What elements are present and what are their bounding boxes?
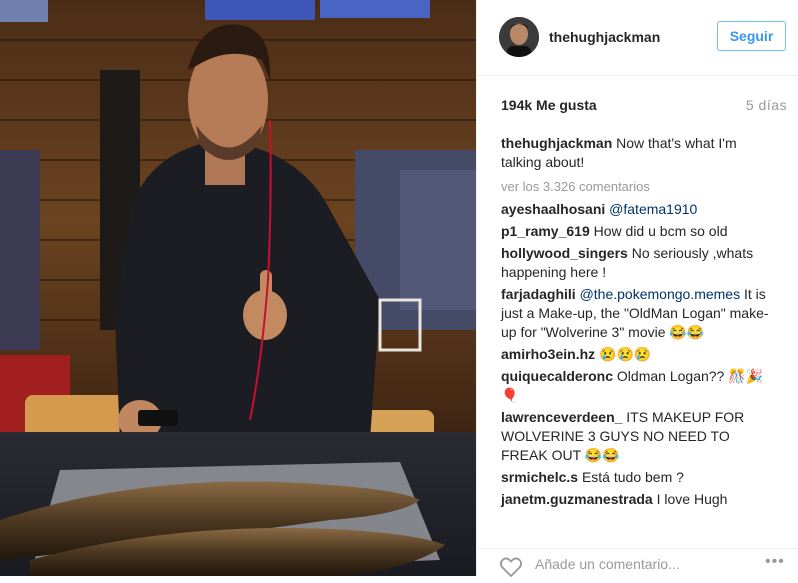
post-photo[interactable] [0, 0, 476, 576]
comment-username[interactable]: ayeshaalhosani [501, 201, 605, 217]
heart-icon[interactable] [499, 556, 523, 578]
follow-button[interactable]: Seguir [717, 21, 786, 51]
post-stats: 194k Me gusta 5 días [501, 97, 787, 117]
add-comment-input[interactable] [535, 553, 735, 575]
more-options-button[interactable]: ••• [765, 553, 785, 571]
comment-mention[interactable]: @the.pokemongo.memes [580, 286, 741, 302]
comment-footer: ••• [477, 548, 798, 577]
comment-username[interactable]: p1_ramy_619 [501, 223, 590, 239]
comment-text: Está tudo bem ? [581, 469, 684, 485]
comment-list: thehughjackman Now that's what I'm talki… [501, 134, 777, 512]
header-username[interactable]: thehughjackman [549, 29, 660, 45]
comment-username[interactable]: hollywood_singers [501, 245, 628, 261]
avatar-image [499, 17, 539, 57]
comment-username[interactable]: srmichelc.s [501, 469, 578, 485]
comment-item: srmichelc.s Está tudo bem ? [501, 468, 777, 487]
comment-item: lawrenceverdeen_ ITS MAKEUP FOR WOLVERIN… [501, 408, 777, 465]
post-header: thehughjackman Seguir [477, 0, 798, 76]
comment-item: hollywood_singers No seriously ,whats ha… [501, 244, 777, 282]
comment-mention[interactable]: @fatema1910 [609, 201, 697, 217]
comment-item: quiquecalderonc Oldman Logan?? 🎊🎉🎈 [501, 367, 777, 405]
comment-item: ayeshaalhosani @fatema1910 [501, 200, 777, 219]
post-caption: thehughjackman Now that's what I'm talki… [501, 134, 777, 172]
comment-username[interactable]: janetm.guzmanestrada [501, 491, 653, 507]
post-timestamp[interactable]: 5 días [746, 97, 787, 113]
view-all-comments-link[interactable]: ver los 3.326 comentarios [501, 177, 777, 196]
comment-username[interactable]: lawrenceverdeen_ [501, 409, 622, 425]
comment-item: janetm.guzmanestrada I love Hugh [501, 490, 777, 509]
caption-username[interactable]: thehughjackman [501, 135, 612, 151]
comment-item: amirho3ein.hz 😢😢😢 [501, 345, 777, 364]
photo-illustration [0, 0, 476, 576]
comment-username[interactable]: quiquecalderonc [501, 368, 613, 384]
comment-text: 😢😢😢 [599, 346, 652, 362]
comment-item: farjadaghili @the.pokemongo.memes It is … [501, 285, 777, 342]
comment-username[interactable]: farjadaghili [501, 286, 576, 302]
post-sidebar: thehughjackman Seguir 194k Me gusta 5 dí… [476, 0, 798, 577]
comment-item: p1_ramy_619 How did u bcm so old [501, 222, 777, 241]
likes-count[interactable]: 194k Me gusta [501, 97, 597, 113]
avatar[interactable] [499, 17, 539, 57]
heart-outline-icon [499, 557, 523, 577]
comment-text: I love Hugh [656, 491, 728, 507]
comment-username[interactable]: amirho3ein.hz [501, 346, 595, 362]
comment-text: How did u bcm so old [593, 223, 728, 239]
